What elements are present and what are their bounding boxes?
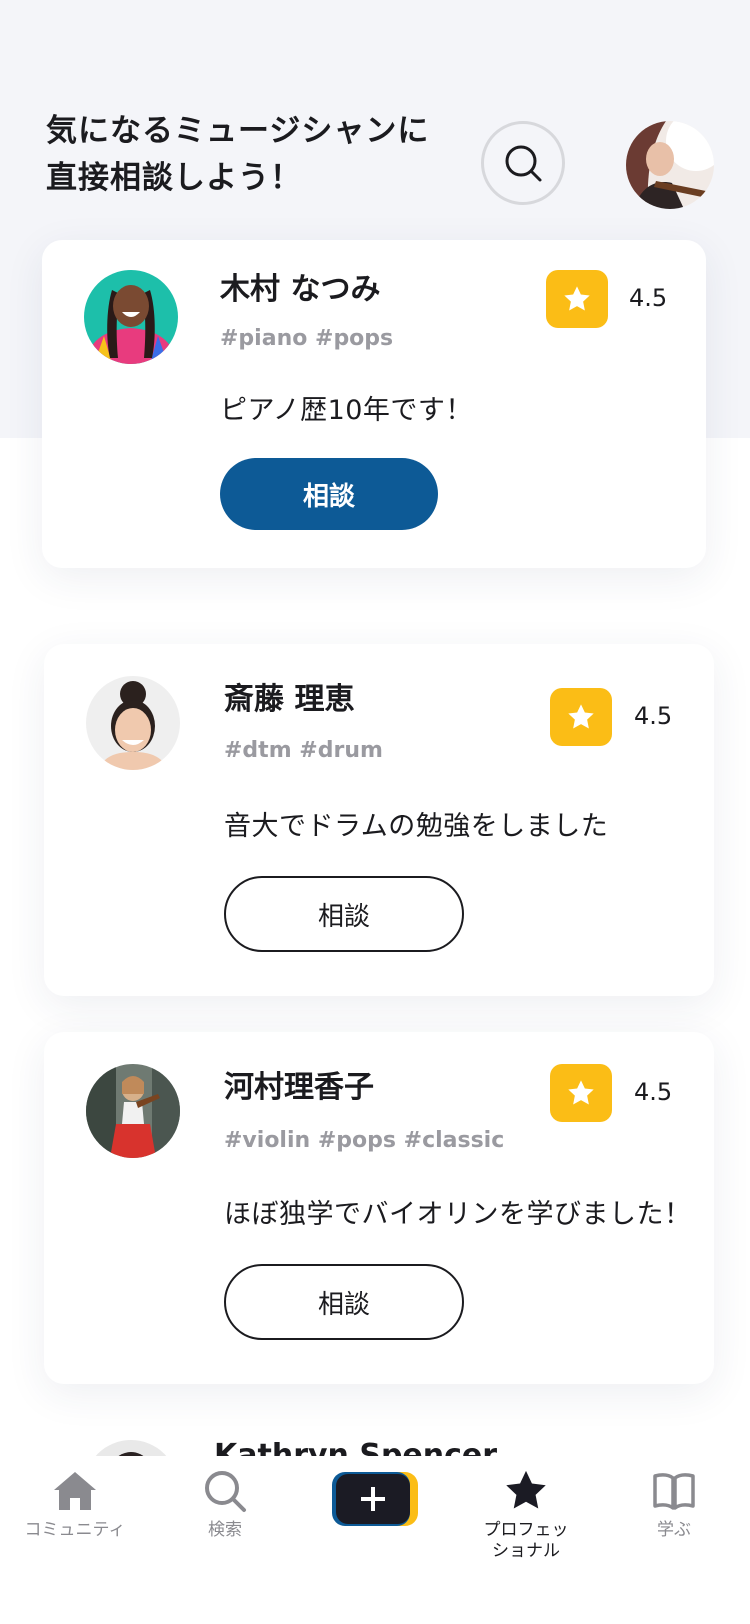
- musician-avatar[interactable]: [86, 676, 180, 770]
- musician-name: 河村理香子: [224, 1070, 374, 1105]
- musician-bio: ピアノ歴10年です！: [220, 395, 473, 426]
- musician-avatar[interactable]: [86, 1064, 180, 1158]
- rating-value: 4.5: [634, 702, 673, 730]
- tab-label: コミュニティ: [24, 1520, 126, 1540]
- musician-tags: #dtm #drum: [224, 738, 383, 763]
- tab-label: 学ぶ: [657, 1520, 691, 1540]
- tab-label: 検索: [208, 1520, 242, 1540]
- musician-tags: #piano #pops: [220, 326, 394, 351]
- musician-card: 斎藤 理恵 4.5 #dtm #drum 音大でドラムの勉強をしました 相談: [44, 644, 714, 996]
- consult-button[interactable]: 相談: [224, 1264, 464, 1340]
- rating-badge: [546, 270, 608, 328]
- user-avatar[interactable]: [626, 121, 714, 209]
- create-button[interactable]: [332, 1472, 418, 1526]
- star-icon: [568, 704, 594, 729]
- search-icon: [205, 1471, 246, 1512]
- musician-bio: ほぼ独学でバイオリンを学びました！: [224, 1199, 692, 1230]
- consult-button[interactable]: 相談: [224, 876, 464, 952]
- plus-icon: [332, 1472, 418, 1526]
- tab-learn[interactable]: 学ぶ: [646, 1468, 702, 1541]
- musician-name: 木村 なつみ: [220, 272, 381, 307]
- book-icon: [653, 1473, 695, 1510]
- rating-value: 4.5: [634, 1078, 673, 1106]
- search-icon: [505, 145, 542, 182]
- musician-card: 木村 なつみ 4.5 #piano #pops ピアノ歴10年です！ 相談: [42, 240, 706, 568]
- star-icon: [564, 286, 590, 311]
- musician-bio: 音大でドラムの勉強をしました: [224, 811, 609, 842]
- musician-name: 斎藤 理恵: [224, 682, 355, 717]
- musician-tags: #violin #pops #classic: [224, 1128, 505, 1153]
- consult-button[interactable]: 相談: [220, 458, 438, 530]
- rating-badge: [550, 1064, 612, 1122]
- page-title: 気になるミュージシャンに 直接相談しよう！: [46, 113, 430, 196]
- tab-label: プロフェッ ショナル: [483, 1520, 569, 1561]
- search-button[interactable]: [481, 121, 565, 205]
- star-icon: [568, 1080, 594, 1105]
- star-icon: [506, 1470, 546, 1509]
- rating-value: 4.5: [629, 284, 668, 312]
- bottom-tab-bar: コミュニティ 検索 プロフェッ ショナル 学ぶ: [0, 1456, 750, 1624]
- tab-search[interactable]: 検索: [190, 1468, 260, 1541]
- tab-community[interactable]: コミュニティ: [20, 1468, 130, 1541]
- musician-card: 河村理香子 4.5 #violin #pops #classic ほぼ独学でバイ…: [44, 1032, 714, 1384]
- rating-badge: [550, 688, 612, 746]
- tab-professional[interactable]: プロフェッ ショナル: [466, 1468, 586, 1562]
- musician-avatar[interactable]: [84, 270, 178, 364]
- home-icon: [54, 1472, 96, 1510]
